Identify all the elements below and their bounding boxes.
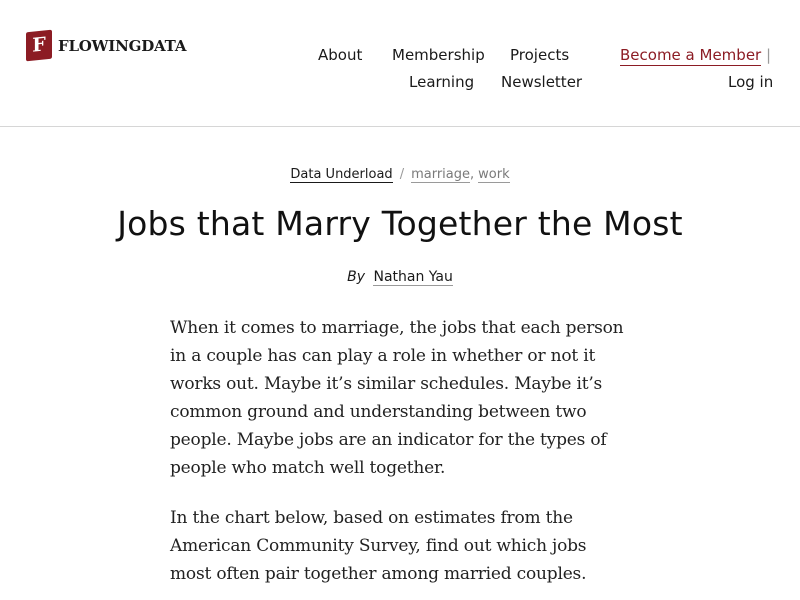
nav-newsletter-link[interactable]: Newsletter	[501, 72, 582, 92]
site-logo[interactable]: F FLOWINGDATA	[26, 29, 187, 62]
site-header: F FLOWINGDATA About Membership Projects …	[0, 0, 800, 127]
tag-link-work[interactable]: work	[478, 167, 510, 183]
category-link[interactable]: Data Underload	[290, 167, 393, 183]
page-title: Jobs that Marry Together the Most	[117, 204, 683, 243]
tag-separator: ,	[470, 167, 475, 182]
nav-about-link[interactable]: About	[318, 45, 362, 65]
login-link[interactable]: Log in	[728, 72, 773, 92]
nav-membership-link[interactable]: Membership	[392, 45, 485, 65]
breadcrumb-separator: /	[399, 167, 405, 182]
nav-projects-link[interactable]: Projects	[510, 45, 569, 65]
logo-wordmark: FLOWINGDATA	[58, 36, 187, 55]
logo-mark-letter: F	[32, 33, 46, 57]
byline-prefix: By	[347, 269, 366, 285]
nav-separator: |	[766, 46, 772, 64]
logo-icon: F	[26, 29, 52, 62]
become-member-link[interactable]: Become a Member	[620, 45, 762, 66]
byline: By Nathan Yau	[0, 267, 800, 287]
breadcrumb: Data Underload / marriage, work	[0, 166, 800, 184]
author-link[interactable]: Nathan Yau	[373, 269, 453, 286]
tag-link-marriage[interactable]: marriage	[411, 167, 470, 183]
article-paragraph: In the chart below, based on estimates f…	[170, 508, 587, 584]
article-paragraph: When it comes to marriage, the jobs that…	[170, 318, 624, 478]
nav-learning-link[interactable]: Learning	[409, 72, 474, 92]
